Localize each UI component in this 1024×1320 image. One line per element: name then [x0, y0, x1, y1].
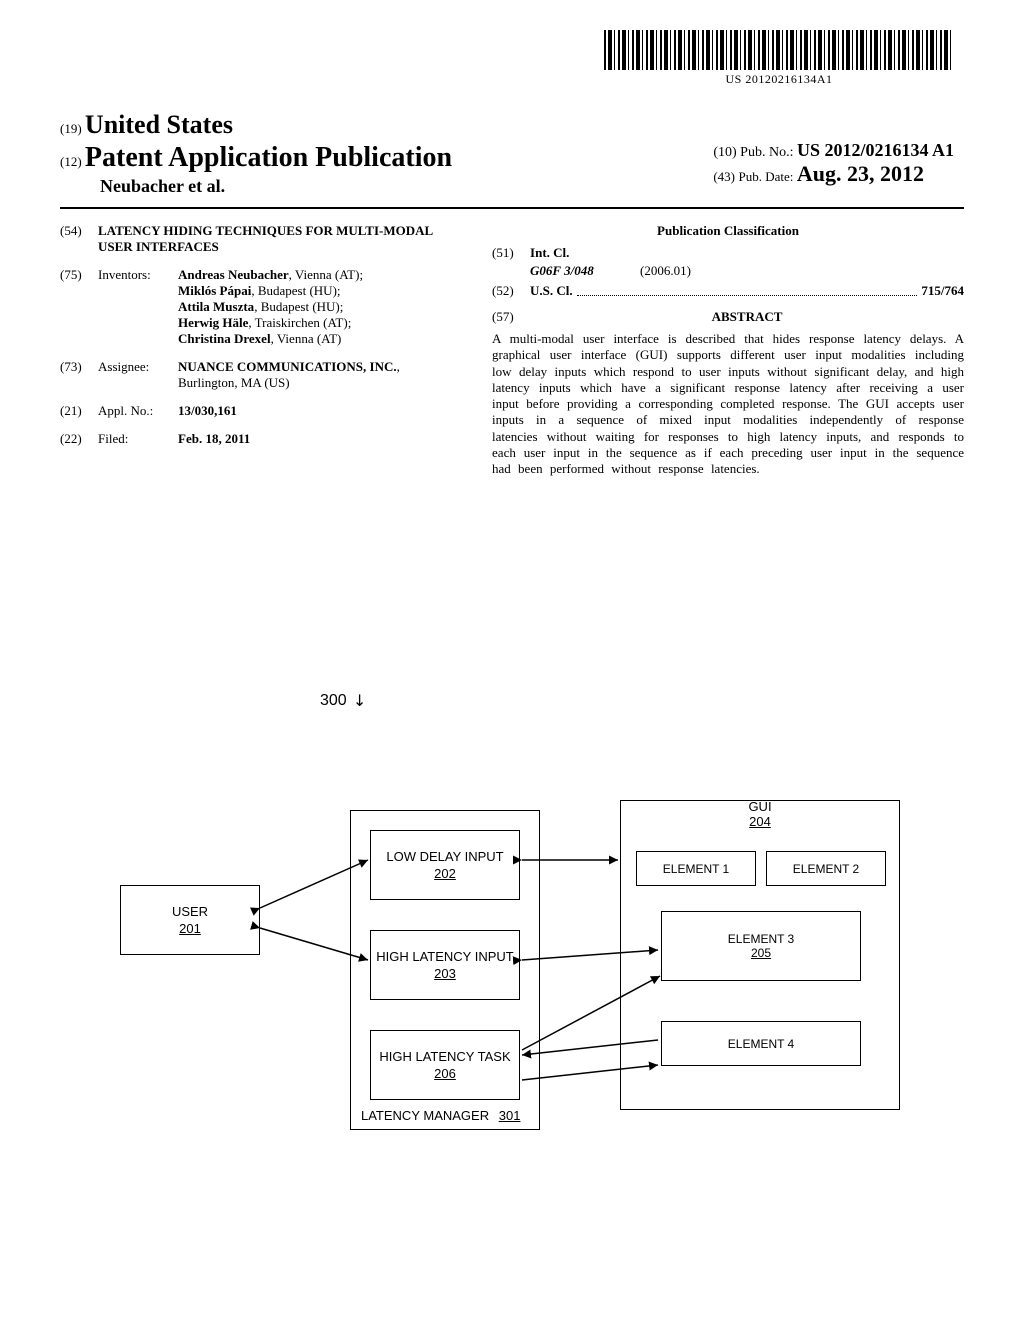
high-latency-input-label: HIGH LATENCY INPUT [376, 949, 513, 964]
field-75: (75) Inventors: Andreas Neubacher, Vienn… [60, 267, 462, 347]
pubno-code: (10) [713, 145, 736, 160]
abstract-text: A multi-modal user interface is describe… [492, 331, 964, 477]
gui-label-row: GUI 204 [621, 799, 899, 829]
inventor-loc: , Vienna (AT); [289, 267, 363, 282]
int-cl-row: (51) Int. Cl. [492, 245, 964, 261]
latency-manager-label-row: LATENCY MANAGER 301 [361, 1108, 531, 1123]
field-21: (21) Appl. No.: 13/030,161 [60, 403, 462, 419]
gui-label: GUI [748, 799, 771, 814]
inventor-name: Christina Drexel [178, 331, 271, 346]
field-54: (54) LATENCY HIDING TECHNIQUES FOR MULTI… [60, 223, 462, 255]
barcode-text: US 20120216134A1 [604, 72, 954, 87]
bibliographic-columns: (54) LATENCY HIDING TECHNIQUES FOR MULTI… [60, 223, 964, 477]
intcl-code: (51) [492, 245, 530, 261]
low-delay-input-box: LOW DELAY INPUT 202 [370, 830, 520, 900]
barcode-region: US 20120216134A1 [604, 30, 954, 87]
high-latency-task-box: HIGH LATENCY TASK 206 [370, 1030, 520, 1100]
field-label: Assignee: [98, 359, 178, 391]
field-label: Appl. No.: [98, 403, 178, 419]
assignee-value: NUANCE COMMUNICATIONS, INC., Burlington,… [178, 359, 462, 391]
inventor-name: Miklós Pápai [178, 283, 251, 298]
inventors-list: Andreas Neubacher, Vienna (AT); Miklós P… [178, 267, 462, 347]
uscl-value: 715/764 [921, 283, 964, 299]
inventor-name: Andreas Neubacher [178, 267, 289, 282]
figure-ref-number: 300 [320, 692, 347, 709]
invention-title: LATENCY HIDING TECHNIQUES FOR MULTI-MODA… [98, 223, 462, 255]
filed-value: Feb. 18, 2011 [178, 431, 462, 447]
field-label: Filed: [98, 431, 178, 447]
pubdate-code: (43) [713, 169, 735, 184]
high-latency-input-box: HIGH LATENCY INPUT 203 [370, 930, 520, 1000]
field-73: (73) Assignee: NUANCE COMMUNICATIONS, IN… [60, 359, 462, 391]
pubdate-value: Aug. 23, 2012 [797, 161, 924, 186]
field-22: (22) Filed: Feb. 18, 2011 [60, 431, 462, 447]
assignee-name: NUANCE COMMUNICATIONS, INC. [178, 359, 397, 374]
latency-manager-ref-num: 301 [499, 1108, 521, 1123]
user-label: USER [172, 904, 208, 919]
inventor-loc: , Traiskirchen (AT); [248, 315, 351, 330]
high-latency-input-ref-num: 203 [434, 966, 456, 981]
left-column: (54) LATENCY HIDING TECHNIQUES FOR MULTI… [60, 223, 462, 477]
pubdate-label: Pub. Date: [739, 169, 794, 184]
us-cl-row: (52) U.S. Cl. 715/764 [492, 283, 964, 299]
low-delay-label: LOW DELAY INPUT [386, 849, 503, 864]
reference-arrow-icon: ↘ [348, 688, 372, 712]
elem3-label: ELEMENT 3 [728, 932, 794, 946]
gui-element-3: ELEMENT 3 205 [661, 911, 861, 981]
intcl-value-row: G06F 3/048 (2006.01) [492, 263, 964, 279]
inventor-loc: , Vienna (AT) [271, 331, 342, 346]
intcl-label: Int. Cl. [530, 245, 569, 261]
country-code: (19) [60, 121, 82, 136]
figure-ref-label: 300 ↘ [320, 690, 367, 710]
field-code: (54) [60, 223, 98, 255]
elem3-ref-num: 205 [751, 946, 771, 960]
field-code: (75) [60, 267, 98, 347]
gui-element-1: ELEMENT 1 [636, 851, 756, 886]
pubno-label: Pub. No.: [740, 145, 793, 160]
field-code: (22) [60, 431, 98, 447]
inventor-name: Attila Muszta [178, 299, 254, 314]
abstract-title: ABSTRACT [530, 309, 964, 325]
classification-header: Publication Classification [492, 223, 964, 239]
publication-type: Patent Application Publication [85, 142, 452, 173]
barcode-graphic [604, 30, 954, 70]
inventor-name: Herwig Häle [178, 315, 248, 330]
gui-box: GUI 204 ELEMENT 1 ELEMENT 2 ELEMENT 3 20… [620, 800, 900, 1110]
inventor-loc: , Budapest (HU); [254, 299, 343, 314]
uscl-label: U.S. Cl. [530, 283, 573, 299]
field-code: (73) [60, 359, 98, 391]
appl-no-value: 13/030,161 [178, 403, 462, 419]
gui-element-2: ELEMENT 2 [766, 851, 886, 886]
user-box: USER 201 [120, 885, 260, 955]
intcl-date: (2006.01) [640, 263, 691, 279]
right-column: Publication Classification (51) Int. Cl.… [492, 223, 964, 477]
uscl-code: (52) [492, 283, 530, 299]
user-ref-num: 201 [179, 921, 201, 936]
abstract-code: (57) [492, 309, 530, 325]
gui-element-4: ELEMENT 4 [661, 1021, 861, 1066]
intcl-class: G06F 3/048 [530, 263, 640, 279]
gui-ref-num: 204 [621, 814, 899, 829]
pub-code: (12) [60, 154, 82, 169]
latency-manager-label: LATENCY MANAGER [361, 1108, 489, 1123]
low-delay-ref-num: 202 [434, 866, 456, 881]
country-name: United States [85, 110, 233, 139]
field-label: Inventors: [98, 267, 178, 347]
horizontal-rule [60, 207, 964, 209]
pubno-value: US 2012/0216134 A1 [797, 140, 954, 160]
leader-dots [577, 283, 918, 296]
figure-300: 300 ↘ USER 201 LATENCY MANAGER 301 LOW D… [120, 660, 920, 1220]
inventor-loc: , Budapest (HU); [251, 283, 340, 298]
high-latency-task-ref-num: 206 [434, 1066, 456, 1081]
right-header: (10) Pub. No.: US 2012/0216134 A1 (43) P… [713, 140, 954, 187]
field-code: (21) [60, 403, 98, 419]
high-latency-task-label: HIGH LATENCY TASK [379, 1049, 510, 1064]
